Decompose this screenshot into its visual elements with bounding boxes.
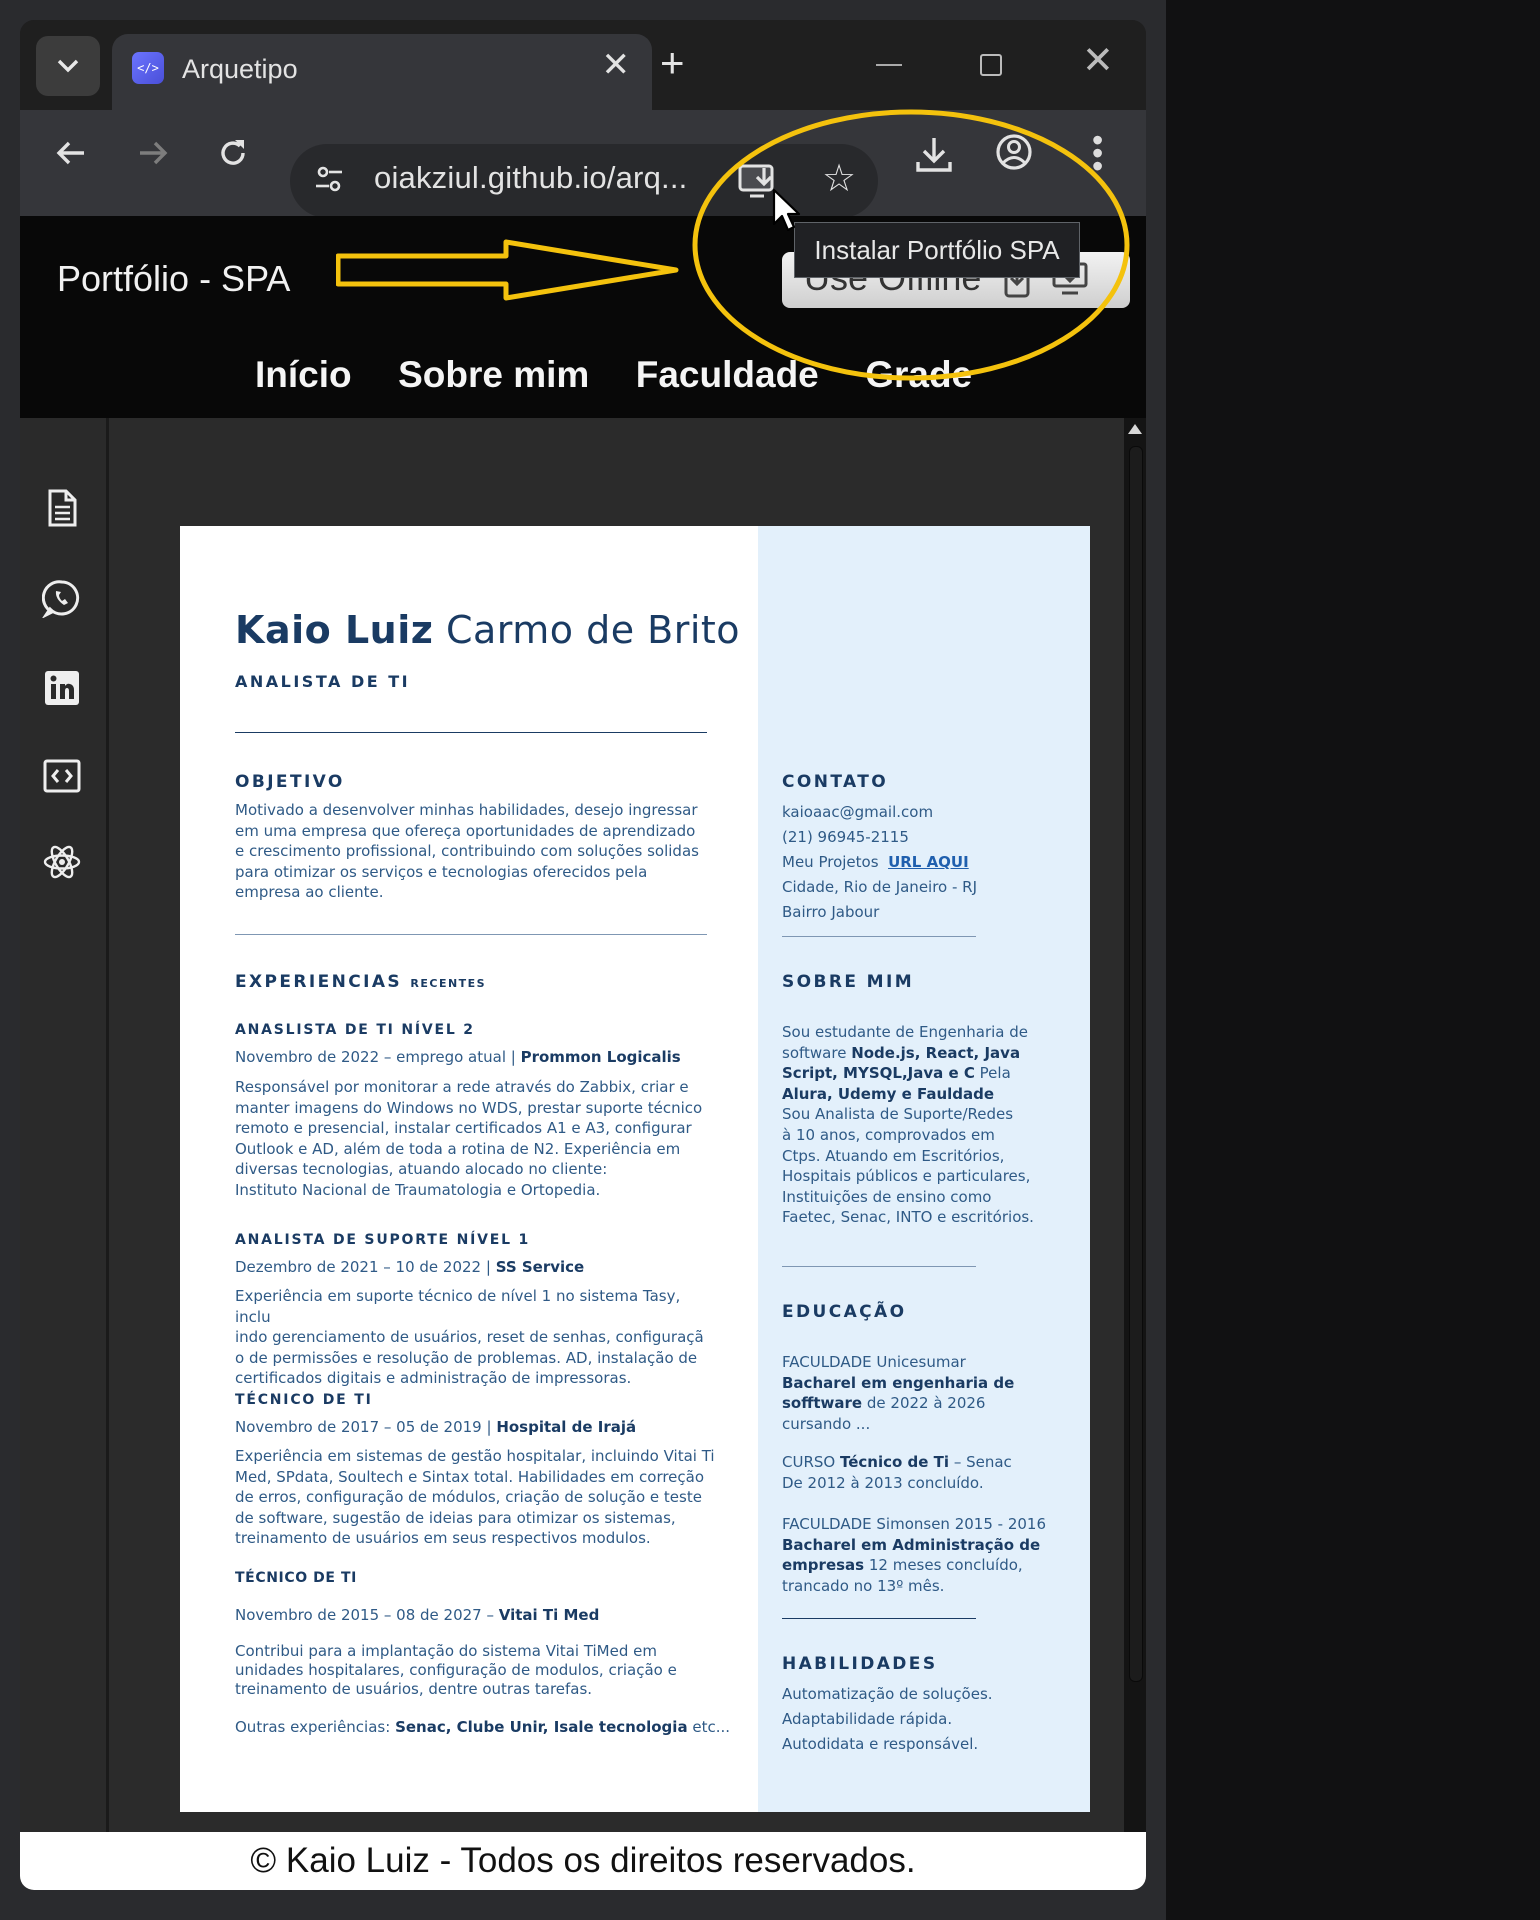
divider	[782, 1618, 976, 1619]
whatsapp-icon[interactable]	[42, 578, 82, 618]
job-description: Experiência em suporte técnico de nível …	[235, 1287, 704, 1388]
back-arrow-icon	[56, 141, 84, 165]
tab-search-button[interactable]	[36, 36, 100, 96]
contact-details: kaioaac@gmail.com (21) 96945-2115 Meu Pr…	[782, 800, 1072, 925]
mouse-pointer-icon	[772, 188, 801, 232]
job-description: Responsável por monitorar a rede através…	[235, 1078, 703, 1199]
job-title: ANALISTA DE SUPORTE NÍVEL 1	[235, 1232, 531, 1248]
divider	[782, 936, 976, 937]
contact-heading: CONTATO	[782, 772, 889, 792]
tab-title: Arquetipo	[182, 54, 298, 84]
linkedin-icon[interactable]	[42, 668, 82, 708]
document-icon[interactable]	[42, 488, 82, 528]
divider	[782, 1266, 976, 1267]
skills-heading: HABILIDADES	[782, 1654, 938, 1674]
job-description: Contribui para a implantação do sistema …	[235, 1642, 677, 1698]
scroll-up-arrow[interactable]	[1128, 424, 1142, 434]
sidebar	[20, 418, 109, 1832]
other-experiences: Outras experiências: Senac, Clube Unir, …	[235, 1718, 731, 1736]
install-tooltip: Instalar Portfólio SPA	[794, 222, 1080, 278]
active-tab[interactable]: </> Arquetipo ✕	[112, 34, 652, 110]
new-tab-button[interactable]: +	[660, 42, 685, 84]
favicon-icon: </>	[132, 52, 164, 84]
resume-role: ANALISTA DE TI	[235, 672, 411, 691]
chevron-down-icon	[57, 59, 79, 73]
divider	[235, 934, 707, 935]
job-period: Novembro de 2022 – emprego atual | Promm…	[235, 1048, 681, 1066]
job-title: TÉCNICO DE TI	[235, 1570, 357, 1586]
browser-window: </> Arquetipo ✕ + ✕ oiakziul.github.io/a…	[20, 20, 1146, 1890]
objective-text: Motivado a desenvolver minhas habilidade…	[235, 801, 699, 902]
job-period: Novembro de 2017 – 05 de 2019 | Hospital…	[235, 1418, 637, 1436]
reload-icon	[221, 140, 245, 165]
web-page: Portfólio - SPA Use Offline Início Sobre…	[20, 216, 1146, 1890]
tab-strip: </> Arquetipo ✕ + ✕	[20, 20, 1146, 110]
objective-heading: OBJETIVO	[235, 772, 345, 792]
scrollbar-thumb[interactable]	[1129, 446, 1143, 1682]
education-entry: FACULDADE Unicesumar Bacharel em engenha…	[782, 1353, 1015, 1433]
resume-name: Kaio Luiz Carmo de Brito	[235, 608, 741, 652]
education-entry: FACULDADE Simonsen 2015 - 2016 Bacharel …	[782, 1515, 1047, 1595]
contact-phone: (21) 96945-2115	[782, 828, 909, 846]
code-icon[interactable]	[42, 756, 82, 796]
job-period: Dezembro de 2021 – 10 de 2022 | SS Servi…	[235, 1258, 585, 1276]
desktop-background-right	[1166, 0, 1540, 1920]
site-footer: © Kaio Luiz - Todos os direitos reservad…	[20, 1832, 1146, 1890]
job-description: Experiência em sistemas de gestão hospit…	[235, 1447, 715, 1548]
maximize-button[interactable]	[980, 54, 1002, 76]
site-title[interactable]: Portfólio - SPA	[57, 258, 290, 300]
reload-button[interactable]	[216, 136, 250, 177]
about-text: Sou estudante de Engenharia de software …	[782, 1023, 1034, 1227]
forward-button[interactable]	[136, 136, 170, 177]
education-heading: EDUCAÇÃO	[782, 1302, 907, 1322]
experience-heading: EXPERIENCIAS RECENTES	[235, 972, 487, 992]
nav-inicio[interactable]: Início	[255, 354, 352, 396]
forward-arrow-icon	[140, 141, 168, 165]
close-window-button[interactable]: ✕	[1082, 42, 1114, 80]
back-button[interactable]	[54, 136, 88, 177]
about-heading: SOBRE MIM	[782, 972, 915, 992]
react-icon[interactable]	[42, 842, 82, 882]
divider	[235, 732, 707, 733]
education-entry: CURSO Técnico de Ti – Senac De 2012 à 20…	[782, 1453, 1012, 1492]
arrow-annotation	[336, 239, 679, 301]
job-title: TÉCNICO DE TI	[235, 1392, 373, 1408]
minimize-button[interactable]	[876, 64, 902, 66]
job-period: Novembro de 2015 – 08 de 2027 – Vitai Ti…	[235, 1606, 600, 1624]
close-tab-icon[interactable]: ✕	[602, 48, 631, 82]
site-info-icon[interactable]	[314, 164, 344, 194]
job-title: ANASLISTA DE TI NÍVEL 2	[235, 1022, 475, 1038]
projects-link[interactable]: URL AQUI	[888, 853, 969, 871]
skills-list: Automatização de soluções. Adaptabilidad…	[782, 1685, 993, 1753]
nav-sobre-mim[interactable]: Sobre mim	[398, 354, 589, 396]
contact-email[interactable]: kaioaac@gmail.com	[782, 800, 1072, 825]
url-text[interactable]: oiakziul.github.io/arq...	[374, 160, 687, 196]
resume-document: Kaio Luiz Carmo de Brito ANALISTA DE TI …	[180, 526, 1090, 1812]
